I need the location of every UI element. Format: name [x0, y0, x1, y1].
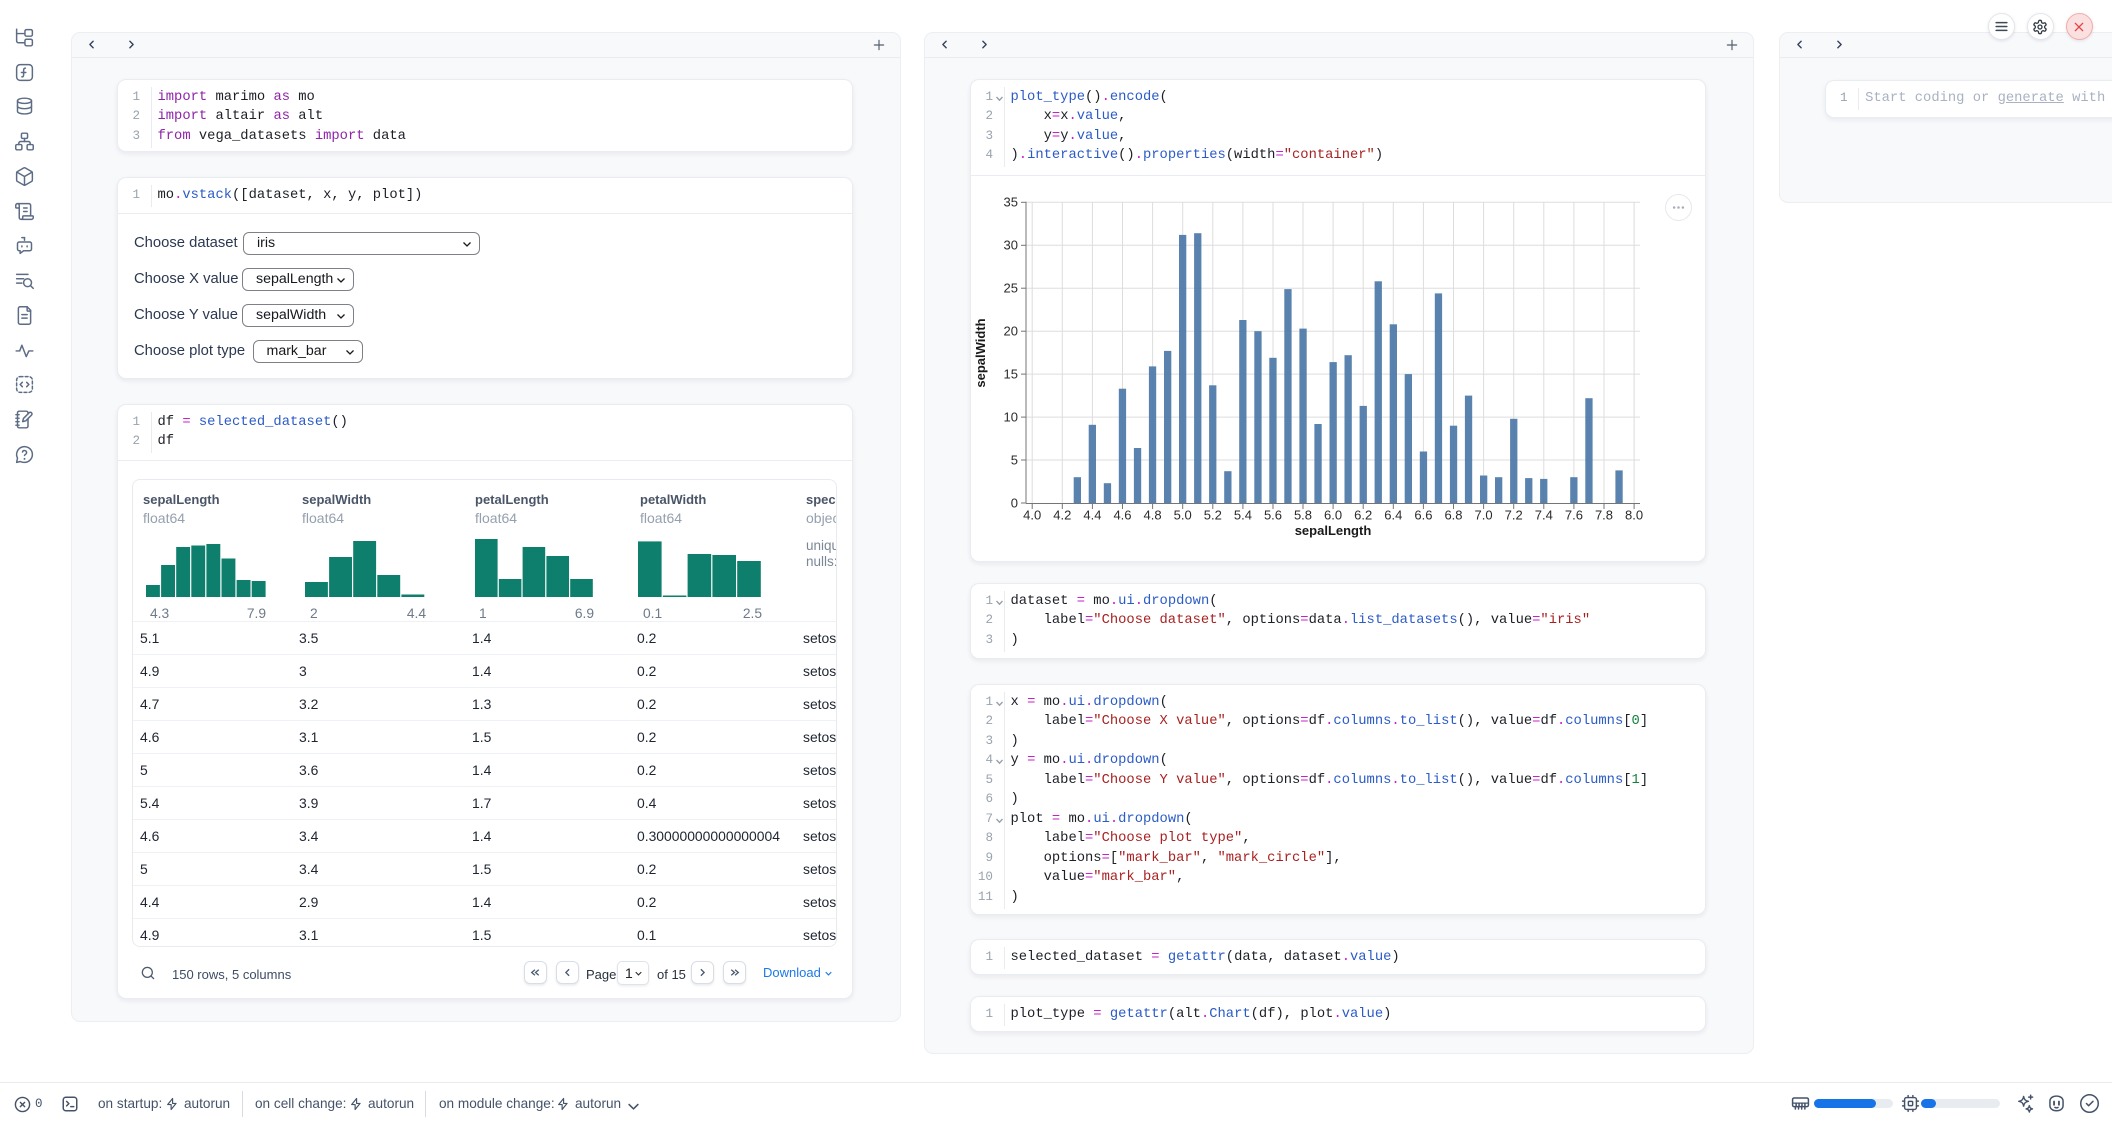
svg-text:5.6: 5.6 [1264, 508, 1282, 523]
svg-text:10: 10 [1004, 409, 1018, 424]
svg-text:5: 5 [1011, 452, 1018, 467]
svg-text:6.4: 6.4 [1384, 508, 1402, 523]
svg-text:0: 0 [1011, 495, 1018, 510]
svg-text:5.8: 5.8 [1294, 508, 1312, 523]
svg-text:5.4: 5.4 [1234, 508, 1252, 523]
svg-text:4.6: 4.6 [1113, 508, 1131, 523]
svg-text:30: 30 [1004, 238, 1018, 253]
svg-text:sepalWidth: sepalWidth [973, 318, 988, 387]
svg-text:5.2: 5.2 [1204, 508, 1222, 523]
svg-text:4.8: 4.8 [1144, 508, 1162, 523]
svg-text:8.0: 8.0 [1625, 508, 1643, 523]
svg-text:15: 15 [1004, 366, 1018, 381]
svg-text:6.6: 6.6 [1414, 508, 1432, 523]
svg-text:4.2: 4.2 [1053, 508, 1071, 523]
svg-text:7.8: 7.8 [1595, 508, 1613, 523]
svg-text:sepalLength: sepalLength [1295, 523, 1372, 538]
svg-text:25: 25 [1004, 281, 1018, 296]
svg-text:7.4: 7.4 [1535, 508, 1553, 523]
svg-text:7.0: 7.0 [1475, 508, 1493, 523]
svg-text:6.2: 6.2 [1354, 508, 1372, 523]
svg-text:4.0: 4.0 [1023, 508, 1041, 523]
svg-text:6.8: 6.8 [1444, 508, 1462, 523]
svg-text:5.0: 5.0 [1174, 508, 1192, 523]
svg-text:7.6: 7.6 [1565, 508, 1583, 523]
svg-text:35: 35 [1004, 195, 1018, 210]
svg-text:4.4: 4.4 [1083, 508, 1101, 523]
svg-text:6.0: 6.0 [1324, 508, 1342, 523]
svg-text:20: 20 [1004, 324, 1018, 339]
svg-text:7.2: 7.2 [1505, 508, 1523, 523]
